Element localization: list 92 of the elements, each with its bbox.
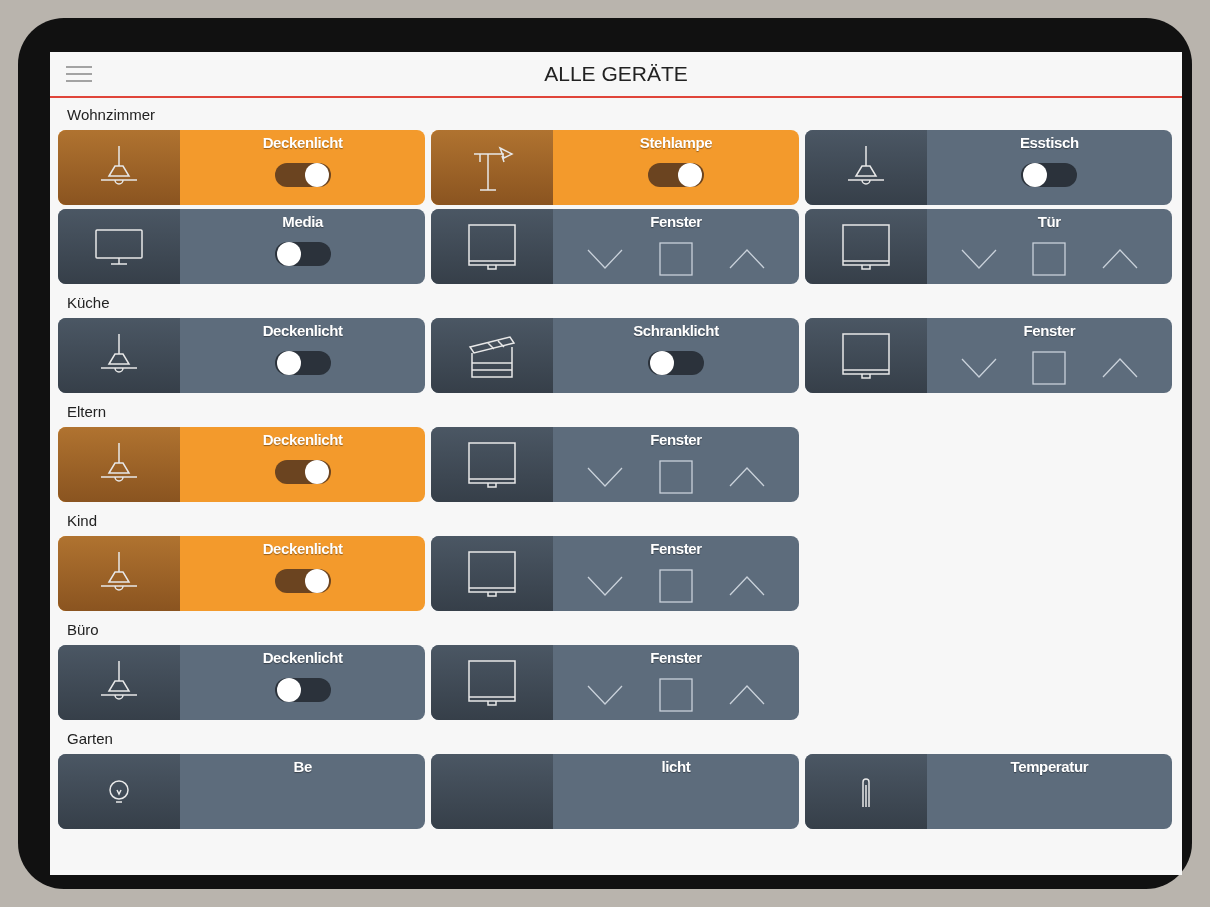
stop-button[interactable]	[1032, 241, 1067, 276]
chevron-up-icon	[728, 575, 765, 596]
chevron-down-icon	[587, 575, 624, 596]
tv-icon	[93, 226, 145, 267]
down-button[interactable]	[960, 357, 997, 378]
window-icon	[466, 657, 519, 708]
up-button[interactable]	[728, 684, 765, 705]
up-button[interactable]	[728, 248, 765, 269]
device-label: Esstisch	[1019, 133, 1079, 153]
up-button[interactable]	[728, 466, 765, 487]
up-button[interactable]	[1102, 248, 1139, 269]
device-label: Deckenlicht	[262, 430, 343, 450]
down-button[interactable]	[587, 575, 624, 596]
device-tile[interactable]: Fenster	[431, 536, 799, 611]
device-label: Stehlampe	[639, 133, 713, 153]
window-icon	[466, 221, 519, 272]
down-button[interactable]	[587, 466, 624, 487]
device-tile[interactable]: Fenster	[431, 427, 799, 502]
device-label: Fenster	[1023, 321, 1076, 341]
device-tile[interactable]: Media	[58, 209, 426, 284]
window-icon	[839, 221, 892, 272]
device-tile[interactable]: Deckenlicht	[58, 645, 426, 720]
page-title: ALLE GERÄTE	[544, 61, 688, 87]
room-heading: Garten	[66, 729, 114, 749]
device-tile[interactable]: Fenster	[431, 645, 799, 720]
device-label: Fenster	[650, 648, 702, 668]
device-label: Deckenlicht	[262, 133, 343, 153]
toggle-switch[interactable]	[274, 350, 331, 375]
device-tile[interactable]: Fenster	[431, 209, 799, 284]
device-tile[interactable]: Schranklicht	[431, 318, 799, 393]
stop-button[interactable]	[658, 677, 693, 712]
chevron-up-icon	[1102, 357, 1139, 378]
device-label: Fenster	[650, 430, 702, 450]
room-heading: Büro	[66, 620, 100, 640]
square-icon	[1032, 350, 1067, 385]
room-heading: Kind	[66, 511, 99, 531]
up-button[interactable]	[1102, 357, 1139, 378]
device-label: Tür	[1037, 212, 1061, 232]
room-heading: Küche	[66, 293, 111, 313]
down-button[interactable]	[587, 248, 624, 269]
stop-button[interactable]	[1032, 350, 1067, 385]
device-label: Fenster	[650, 539, 702, 559]
toggle-switch[interactable]	[1021, 162, 1078, 187]
square-icon	[658, 241, 693, 276]
device-tile[interactable]: Esstisch	[804, 130, 1172, 205]
chevron-down-icon	[587, 248, 624, 269]
device-tile[interactable]: licht	[431, 754, 799, 829]
chevron-down-icon	[960, 357, 997, 378]
room-heading: Wohnzimmer	[66, 105, 157, 125]
device-label: Schranklicht	[633, 321, 719, 341]
chevron-down-icon	[960, 248, 997, 269]
chevron-up-icon	[728, 248, 765, 269]
window-icon	[466, 548, 519, 599]
chevron-up-icon	[1102, 248, 1139, 269]
chevron-down-icon	[587, 684, 624, 705]
device-tile[interactable]: Fenster	[804, 318, 1172, 393]
device-tile[interactable]: Be	[58, 754, 426, 829]
chevron-down-icon	[587, 466, 624, 487]
toggle-switch[interactable]	[648, 162, 704, 187]
toggle-switch[interactable]	[274, 677, 331, 702]
toggle-switch[interactable]	[274, 241, 331, 266]
square-icon	[658, 677, 693, 712]
device-label: Media	[282, 212, 323, 232]
device-label: Deckenlicht	[262, 321, 343, 341]
device-tile[interactable]: Deckenlicht	[58, 318, 426, 393]
down-button[interactable]	[960, 248, 997, 269]
toggle-switch[interactable]	[274, 162, 331, 187]
chevron-up-icon	[728, 684, 765, 705]
device-label: Be	[293, 757, 312, 777]
toggle-switch[interactable]	[274, 459, 331, 484]
stop-button[interactable]	[658, 568, 693, 603]
chevron-up-icon	[728, 466, 765, 487]
room-heading: Eltern	[66, 402, 108, 422]
stop-button[interactable]	[658, 241, 693, 276]
toggle-switch[interactable]	[648, 350, 704, 375]
square-icon	[658, 568, 693, 603]
stop-button[interactable]	[658, 459, 693, 494]
toggle-switch[interactable]	[274, 568, 331, 593]
square-icon	[1032, 241, 1067, 276]
menu-icon[interactable]	[66, 66, 92, 82]
window-icon	[839, 330, 892, 381]
window-icon	[466, 439, 519, 490]
device-label: Deckenlicht	[262, 539, 343, 559]
device-label: Deckenlicht	[262, 648, 343, 668]
down-button[interactable]	[587, 684, 624, 705]
square-icon	[658, 459, 693, 494]
device-label: Temperatur	[1010, 757, 1089, 777]
device-tile[interactable]: Temperatur	[804, 754, 1172, 829]
device-label: licht	[661, 757, 691, 777]
up-button[interactable]	[728, 575, 765, 596]
device-tile[interactable]: Tür	[804, 209, 1172, 284]
device-label: Fenster	[650, 212, 702, 232]
